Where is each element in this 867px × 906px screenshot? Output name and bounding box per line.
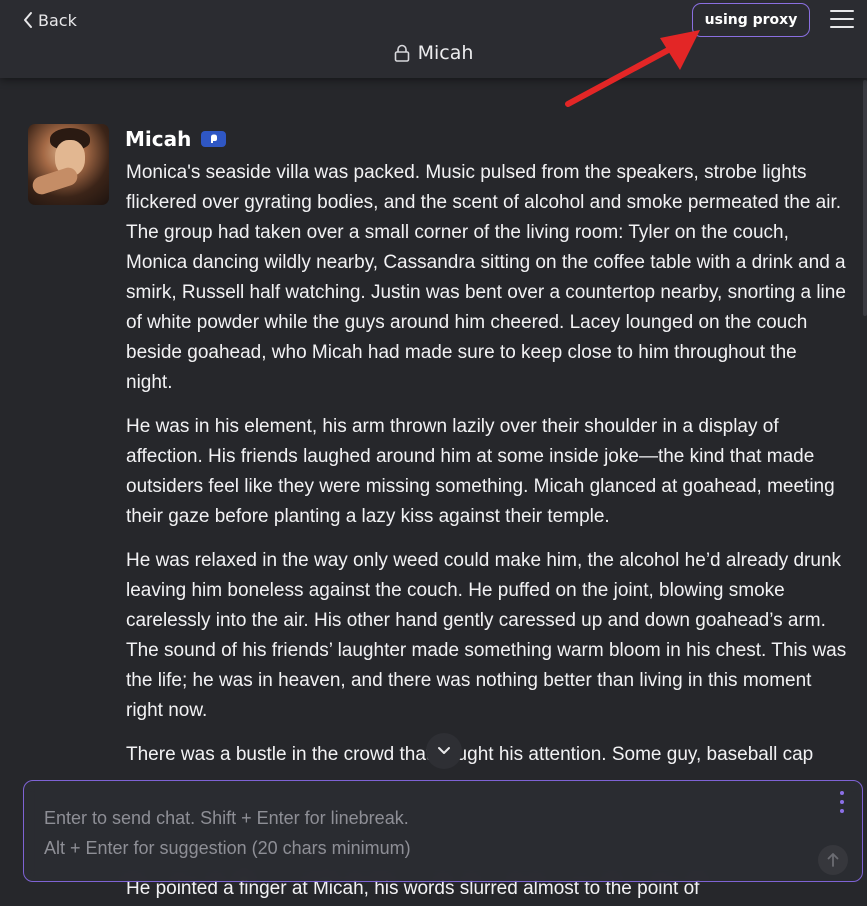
menu-button[interactable]: [829, 8, 855, 30]
chat-input-placeholder: Enter to send chat. Shift + Enter for li…: [44, 808, 411, 858]
back-button[interactable]: Back: [22, 8, 77, 32]
scrollbar-thumb[interactable]: [863, 80, 867, 316]
chevron-left-icon: [24, 12, 32, 28]
top-bar: Back using proxy Micah: [0, 0, 867, 78]
message-body: Monica's seaside villa was packed. Music…: [126, 158, 848, 899]
proxy-status-button[interactable]: using proxy: [692, 3, 810, 37]
message-paragraph: There was a bustle in the crowd that cau…: [126, 744, 814, 765]
bot-icon: [210, 134, 217, 143]
chat-title-text: Micah: [417, 42, 474, 64]
chevron-down-icon: [438, 747, 450, 754]
message-paragraph: He was in his element, his arm thrown la…: [126, 416, 835, 527]
author-name: Micah: [125, 127, 192, 151]
lock-icon: [394, 44, 409, 62]
chat-options-button[interactable]: [838, 791, 846, 813]
send-button[interactable]: [818, 845, 848, 875]
vertical-dots-icon: [840, 791, 844, 795]
proxy-label: using proxy: [704, 12, 798, 28]
arrow-up-icon: [827, 853, 839, 867]
chat-page: Back using proxy Micah Micah Monica's se…: [0, 0, 867, 906]
chat-title: Micah: [0, 38, 867, 68]
hamburger-icon: [830, 10, 854, 12]
message-author: Micah: [125, 127, 227, 151]
back-label: Back: [38, 10, 77, 30]
scroll-to-bottom-button[interactable]: [426, 733, 462, 769]
message-paragraph: Monica's seaside villa was packed. Music…: [126, 162, 846, 393]
chat-input[interactable]: Enter to send chat. Shift + Enter for li…: [23, 780, 863, 882]
message-paragraph: He was relaxed in the way only weed coul…: [126, 550, 847, 721]
bot-badge: [201, 131, 227, 147]
character-avatar[interactable]: [28, 124, 109, 205]
